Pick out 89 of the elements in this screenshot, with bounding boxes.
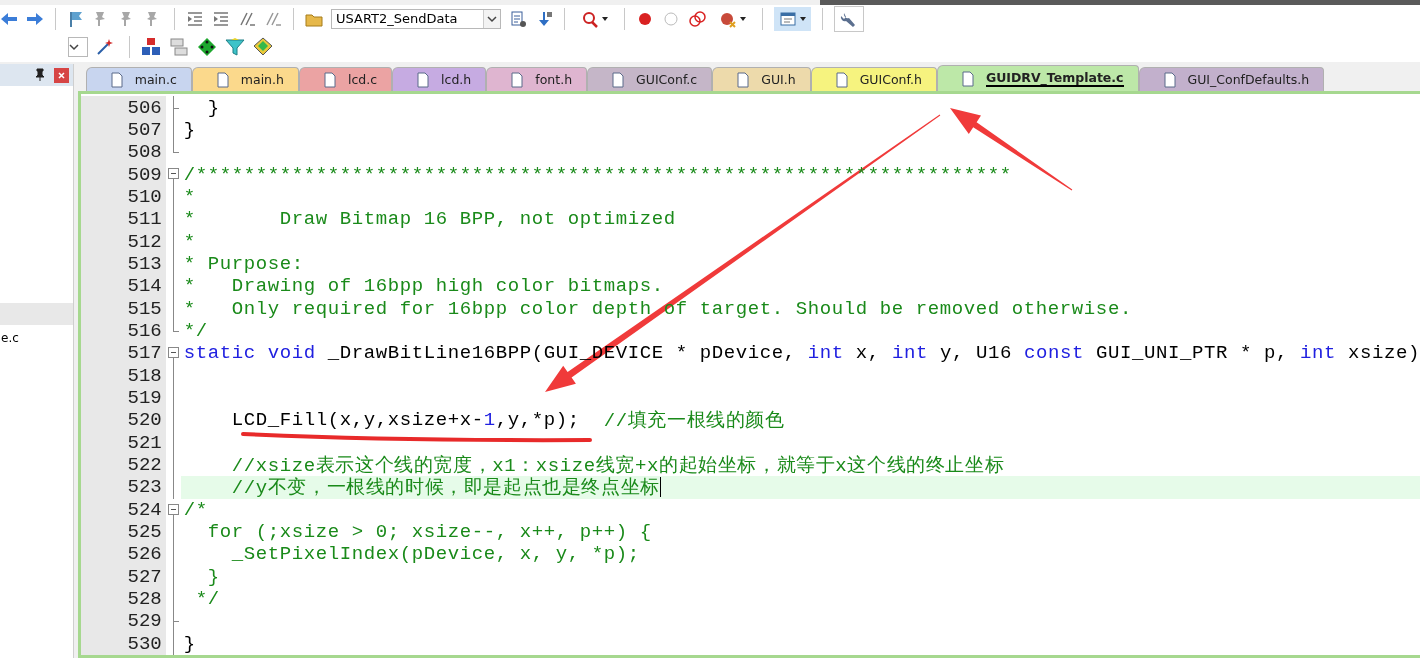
code-line: */ xyxy=(194,587,221,611)
line-number: 520 xyxy=(80,409,166,432)
indent-icon[interactable] xyxy=(186,9,204,28)
line-number: 528 xyxy=(80,587,166,611)
caret-icon xyxy=(740,16,746,21)
line-number: 530 xyxy=(80,632,166,655)
line-number: 529 xyxy=(80,610,166,633)
code-line: * Draw Bitmap 16 BPP, not optimized xyxy=(182,208,677,231)
fold-toggle-icon[interactable] xyxy=(167,503,179,515)
funnel-icon[interactable] xyxy=(225,37,245,57)
file-icon xyxy=(835,71,848,88)
fold-toggle-icon[interactable] xyxy=(167,347,179,359)
code-line: * Only required for 16bpp color depth of target. Should be removed otherwise. xyxy=(182,297,1133,320)
file-tab[interactable]: lcd.h xyxy=(392,67,487,92)
code-line: } xyxy=(182,632,197,655)
line-number: 513 xyxy=(80,252,166,276)
components-icon[interactable] xyxy=(141,37,161,57)
line-number: 507 xyxy=(80,118,166,142)
file-icon xyxy=(417,71,430,88)
code-line: for (;xsize > 0; xsize--, x++, p++) { xyxy=(206,520,653,544)
line-number: 519 xyxy=(80,386,166,410)
file-tab[interactable]: main.h xyxy=(191,67,299,92)
file-tab[interactable]: GUI.h xyxy=(712,67,811,92)
pin-icon[interactable] xyxy=(33,68,46,82)
line-number: 511 xyxy=(80,208,166,231)
file-tab[interactable]: GUIConf.h xyxy=(810,67,937,92)
line-number: 517 xyxy=(80,342,166,365)
fold-toggle-icon[interactable] xyxy=(167,168,179,180)
line-number: 518 xyxy=(80,364,166,387)
file-icon xyxy=(737,71,750,88)
code-line: * xyxy=(182,230,197,253)
line-number: 523 xyxy=(80,476,166,499)
line-number: 524 xyxy=(80,498,166,521)
file-icon xyxy=(1163,71,1176,88)
double-circle-icon[interactable] xyxy=(688,9,706,28)
file-tab[interactable]: GUI_ConfDefaults.h xyxy=(1138,67,1325,92)
code-line: } xyxy=(182,118,197,142)
line-number: 509 xyxy=(80,163,166,186)
code-line: * Purpose: xyxy=(182,252,305,276)
indent-icon[interactable] xyxy=(212,9,230,28)
code-line: * Drawing of 16bpp high color bitmaps. xyxy=(182,275,665,298)
line-number: 512 xyxy=(80,230,166,253)
file-tab[interactable]: lcd.c xyxy=(298,67,393,92)
diamond-icon[interactable] xyxy=(197,37,217,57)
code-line: */ xyxy=(182,319,209,343)
line-number: 516 xyxy=(80,319,166,343)
options-icon[interactable] xyxy=(509,9,527,28)
file-tab[interactable]: GUIConf.c xyxy=(587,67,713,92)
file-icon xyxy=(216,71,229,88)
close-icon xyxy=(56,70,66,80)
code-line: } xyxy=(206,565,221,588)
file-icon xyxy=(323,71,336,88)
code-line: } xyxy=(206,96,221,119)
flag-icon[interactable] xyxy=(67,9,85,28)
code-line: //xsize表示这个线的宽度，x1：xsize线宽+x的起始坐标，就等于x这个线的终止坐标 xyxy=(230,454,1006,477)
caret-icon xyxy=(487,14,497,23)
caret-icon xyxy=(602,16,608,21)
caret-icon xyxy=(69,43,79,51)
line-number: 515 xyxy=(80,297,166,320)
line-number: 526 xyxy=(80,543,166,566)
settings-button[interactable] xyxy=(834,5,864,32)
code-line: * xyxy=(182,185,197,209)
file-tab[interactable]: font.h xyxy=(486,67,588,92)
line-number: 527 xyxy=(80,565,166,588)
file-tab[interactable]: main.c xyxy=(85,67,192,92)
target-dropdown[interactable]: USART2_SendData xyxy=(331,8,501,29)
line-number: 508 xyxy=(80,141,166,164)
close-button[interactable] xyxy=(53,67,69,83)
line-number: 514 xyxy=(80,275,166,298)
file-tab[interactable]: GUIDRV_Template.c xyxy=(936,65,1139,92)
line-number: 522 xyxy=(80,453,166,477)
code-line: /* xyxy=(182,498,209,521)
code-line: LCD_Fill(x,y,xsize+x-1,y,*p); //填充一根线的颜色 xyxy=(230,409,786,432)
file-icon xyxy=(612,71,625,88)
window-icon[interactable] xyxy=(779,9,797,28)
line-number: 510 xyxy=(80,185,166,209)
window-layout-button[interactable] xyxy=(774,6,811,31)
line-number: 506 xyxy=(80,96,166,119)
magnifier-icon[interactable] xyxy=(581,9,599,28)
dropdown-button[interactable] xyxy=(68,37,88,57)
file-icon xyxy=(511,71,524,88)
gems-icon[interactable] xyxy=(253,37,275,57)
line-number: 521 xyxy=(80,431,166,454)
code-line: _SetPixelIndex(pDevice, x, y, *p); xyxy=(230,543,641,566)
line-number: 525 xyxy=(80,520,166,544)
caret-icon xyxy=(800,16,806,21)
file-icon xyxy=(961,70,974,87)
file-item[interactable]: e.c xyxy=(0,325,73,345)
file-icon xyxy=(110,71,123,88)
